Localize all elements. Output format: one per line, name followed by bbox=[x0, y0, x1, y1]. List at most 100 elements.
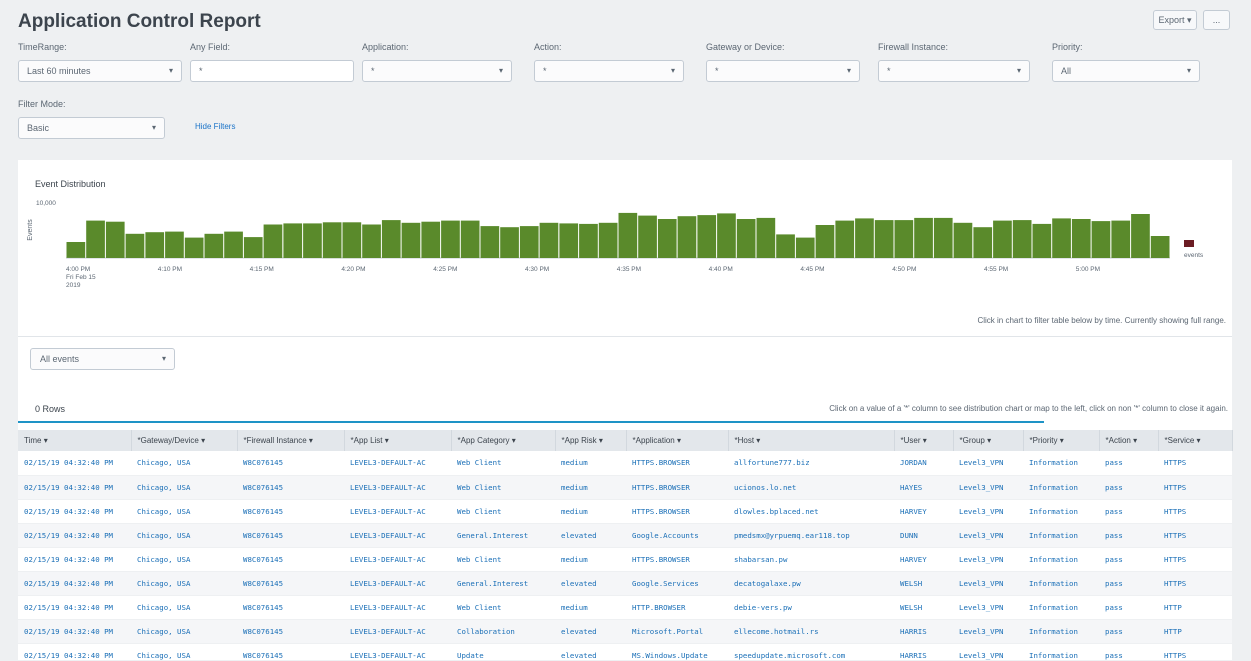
table-row[interactable]: 02/15/19 04:32:40 PM Chicago, USA W8C07614… bbox=[18, 643, 1232, 661]
column-header-app-list[interactable]: *App List ▾ bbox=[344, 430, 452, 451]
cell-app-category[interactable]: Collaboration bbox=[451, 619, 555, 644]
cell-group[interactable]: Level3_VPN bbox=[953, 571, 1023, 596]
cell-firewall[interactable]: W8C076145 bbox=[237, 643, 344, 661]
cell-gateway[interactable]: Chicago, USA bbox=[131, 499, 237, 524]
cell-app-risk[interactable]: elevated bbox=[555, 643, 626, 661]
cell-firewall[interactable]: W8C076145 bbox=[237, 571, 344, 596]
cell-app-list[interactable]: LEVEL3-DEFAULT-AC bbox=[344, 595, 451, 620]
cell-action[interactable]: pass bbox=[1099, 499, 1158, 524]
cell-app-list[interactable]: LEVEL3-DEFAULT-AC bbox=[344, 499, 451, 524]
gateway-select[interactable]: * ▾ bbox=[706, 60, 860, 82]
cell-firewall[interactable]: W8C076145 bbox=[237, 475, 344, 500]
cell-priority[interactable]: Information bbox=[1023, 499, 1099, 524]
export-button[interactable]: Export ▾ bbox=[1153, 10, 1197, 30]
cell-priority[interactable]: Information bbox=[1023, 571, 1099, 596]
cell-app-risk[interactable]: medium bbox=[555, 547, 626, 572]
application-select[interactable]: * ▾ bbox=[362, 60, 512, 82]
column-header-service[interactable]: *Service ▾ bbox=[1158, 430, 1233, 451]
cell-group[interactable]: Level3_VPN bbox=[953, 499, 1023, 524]
column-header-app-category[interactable]: *App Category ▾ bbox=[451, 430, 556, 451]
cell-application[interactable]: HTTPS.BROWSER bbox=[626, 475, 728, 500]
cell-user[interactable]: HARRIS bbox=[894, 619, 953, 644]
firewall-select[interactable]: * ▾ bbox=[878, 60, 1030, 82]
cell-service[interactable]: HTTPS bbox=[1158, 571, 1232, 596]
cell-action[interactable]: pass bbox=[1099, 643, 1158, 661]
cell-application[interactable]: MS.Windows.Update bbox=[626, 643, 728, 661]
cell-app-risk[interactable]: medium bbox=[555, 499, 626, 524]
cell-gateway[interactable]: Chicago, USA bbox=[131, 619, 237, 644]
cell-service[interactable]: HTTP bbox=[1158, 595, 1232, 620]
cell-app-list[interactable]: LEVEL3-DEFAULT-AC bbox=[344, 547, 451, 572]
table-row[interactable]: 02/15/19 04:32:40 PM Chicago, USA W8C07614… bbox=[18, 571, 1232, 596]
cell-application[interactable]: Google.Services bbox=[626, 571, 728, 596]
cell-gateway[interactable]: Chicago, USA bbox=[131, 571, 237, 596]
cell-application[interactable]: HTTPS.BROWSER bbox=[626, 547, 728, 572]
cell-application[interactable]: Google.Accounts bbox=[626, 523, 728, 548]
event-distribution-chart[interactable]: Events 10,000 4:00 PM Fri Feb 15 2019 4:10 PM… bbox=[18, 190, 1232, 320]
more-actions-button[interactable]: ... bbox=[1203, 10, 1230, 30]
cell-host[interactable]: ellecome.hotmail.rs bbox=[728, 619, 894, 644]
cell-app-category[interactable]: Update bbox=[451, 643, 555, 661]
table-row[interactable]: 02/15/19 04:32:40 PM Chicago, USA W8C07614… bbox=[18, 619, 1232, 644]
cell-gateway[interactable]: Chicago, USA bbox=[131, 523, 237, 548]
cell-priority[interactable]: Information bbox=[1023, 643, 1099, 661]
cell-app-risk[interactable]: elevated bbox=[555, 571, 626, 596]
cell-service[interactable]: HTTPS bbox=[1158, 451, 1232, 476]
cell-host[interactable]: pmedsmx@yrpuemq.ear118.top bbox=[728, 523, 894, 548]
cell-gateway[interactable]: Chicago, USA bbox=[131, 547, 237, 572]
cell-priority[interactable]: Information bbox=[1023, 451, 1099, 476]
cell-time[interactable]: 02/15/19 04:32:40 PM bbox=[18, 475, 131, 500]
cell-action[interactable]: pass bbox=[1099, 571, 1158, 596]
cell-gateway[interactable]: Chicago, USA bbox=[131, 643, 237, 661]
cell-application[interactable]: HTTPS.BROWSER bbox=[626, 499, 728, 524]
cell-app-list[interactable]: LEVEL3-DEFAULT-AC bbox=[344, 523, 451, 548]
cell-app-list[interactable]: LEVEL3-DEFAULT-AC bbox=[344, 475, 451, 500]
cell-time[interactable]: 02/15/19 04:32:40 PM bbox=[18, 643, 131, 661]
cell-action[interactable]: pass bbox=[1099, 523, 1158, 548]
column-header-time[interactable]: Time ▾ bbox=[18, 430, 132, 451]
cell-group[interactable]: Level3_VPN bbox=[953, 547, 1023, 572]
cell-service[interactable]: HTTPS bbox=[1158, 499, 1232, 524]
cell-time[interactable]: 02/15/19 04:32:40 PM bbox=[18, 523, 131, 548]
cell-priority[interactable]: Information bbox=[1023, 523, 1099, 548]
cell-action[interactable]: pass bbox=[1099, 595, 1158, 620]
cell-action[interactable]: pass bbox=[1099, 547, 1158, 572]
table-row[interactable]: 02/15/19 04:32:40 PM Chicago, USA W8C07614… bbox=[18, 547, 1232, 572]
table-row[interactable]: 02/15/19 04:32:40 PM Chicago, USA W8C07614… bbox=[18, 595, 1232, 620]
cell-app-risk[interactable]: medium bbox=[555, 475, 626, 500]
cell-application[interactable]: Microsoft.Portal bbox=[626, 619, 728, 644]
cell-app-category[interactable]: Web Client bbox=[451, 547, 555, 572]
column-header-host[interactable]: *Host ▾ bbox=[728, 430, 895, 451]
cell-user[interactable]: WELSH bbox=[894, 595, 953, 620]
cell-app-risk[interactable]: elevated bbox=[555, 619, 626, 644]
cell-service[interactable]: HTTP bbox=[1158, 619, 1232, 644]
cell-time[interactable]: 02/15/19 04:32:40 PM bbox=[18, 499, 131, 524]
cell-time[interactable]: 02/15/19 04:32:40 PM bbox=[18, 451, 131, 476]
cell-user[interactable]: HAYES bbox=[894, 475, 953, 500]
column-header-gateway[interactable]: *Gateway/Device ▾ bbox=[131, 430, 238, 451]
cell-service[interactable]: HTTPS bbox=[1158, 475, 1232, 500]
cell-user[interactable]: HARVEY bbox=[894, 547, 953, 572]
table-row[interactable]: 02/15/19 04:32:40 PM Chicago, USA W8C07614… bbox=[18, 451, 1232, 476]
cell-host[interactable]: ucionos.lo.net bbox=[728, 475, 894, 500]
table-row[interactable]: 02/15/19 04:32:40 PM Chicago, USA W8C07614… bbox=[18, 499, 1232, 524]
time-range-select[interactable]: Last 60 minutes ▾ bbox=[18, 60, 182, 82]
cell-priority[interactable]: Information bbox=[1023, 475, 1099, 500]
cell-user[interactable]: DUNN bbox=[894, 523, 953, 548]
cell-application[interactable]: HTTPS.BROWSER bbox=[626, 451, 728, 476]
cell-gateway[interactable]: Chicago, USA bbox=[131, 451, 237, 476]
any-field-input[interactable]: * bbox=[190, 60, 354, 82]
cell-group[interactable]: Level3_VPN bbox=[953, 451, 1023, 476]
cell-app-category[interactable]: Web Client bbox=[451, 451, 555, 476]
column-header-firewall[interactable]: *Firewall Instance ▾ bbox=[237, 430, 345, 451]
cell-group[interactable]: Level3_VPN bbox=[953, 643, 1023, 661]
cell-time[interactable]: 02/15/19 04:32:40 PM bbox=[18, 595, 131, 620]
cell-firewall[interactable]: W8C076145 bbox=[237, 523, 344, 548]
cell-app-category[interactable]: General.Interest bbox=[451, 523, 555, 548]
priority-select[interactable]: All ▾ bbox=[1052, 60, 1200, 82]
cell-firewall[interactable]: W8C076145 bbox=[237, 619, 344, 644]
cell-app-category[interactable]: Web Client bbox=[451, 475, 555, 500]
table-row[interactable]: 02/15/19 04:32:40 PM Chicago, USA W8C07614… bbox=[18, 523, 1232, 548]
cell-app-risk[interactable]: medium bbox=[555, 595, 626, 620]
cell-app-risk[interactable]: elevated bbox=[555, 523, 626, 548]
